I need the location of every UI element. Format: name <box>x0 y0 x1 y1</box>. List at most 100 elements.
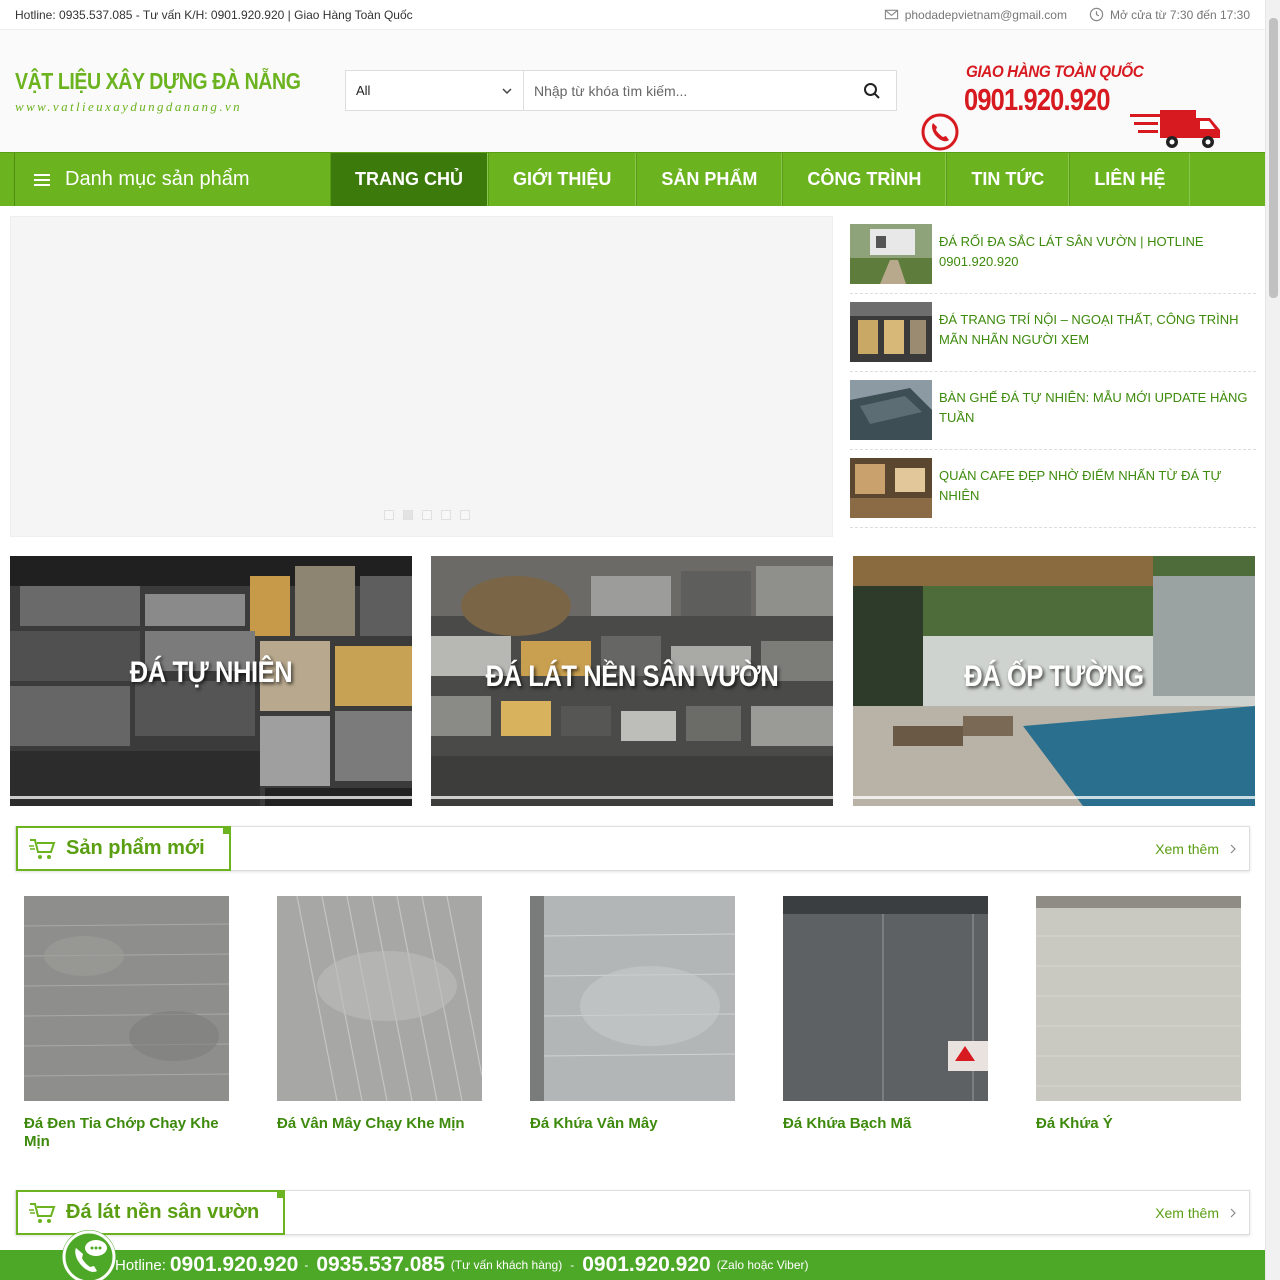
banner-label: ĐÁ TỰ NHIÊN <box>129 656 293 689</box>
product-card[interactable]: Đá Đen Tia Chớp Chạy Khe Mịn <box>23 896 230 1151</box>
category-banner-wall-cladding[interactable]: ĐÁ ỐP TƯỜNG <box>853 556 1255 806</box>
news-title: ĐÁ RỐI ĐA SẮC LÁT SÂN VƯỜN | HOTLINE 090… <box>939 234 1204 269</box>
chevron-down-icon <box>502 87 512 94</box>
news-title: ĐÁ TRANG TRÍ NỘI – NGOẠI THẤT, CÔNG TRÌN… <box>939 312 1239 347</box>
product-name: Đá Khứa Bạch Mã <box>783 1115 912 1132</box>
page-scrollbar[interactable] <box>1265 0 1280 1280</box>
site-logo[interactable]: VẬT LIỆU XÂY DỰNG ĐÀ NẴNG www.vatlieuxay… <box>15 56 315 126</box>
section-title: Sản phẩm mới <box>66 837 205 859</box>
section-tab: Đá lát nền sân vườn <box>16 1190 286 1235</box>
product-name: Đá Khứa Ý <box>1036 1115 1113 1132</box>
slider-dot[interactable] <box>460 510 470 520</box>
banner-label: ĐÁ ỐP TƯỜNG <box>964 660 1144 693</box>
product-image <box>277 895 483 1102</box>
news-title: BÀN GHẾ ĐÁ TỰ NHIÊN: MẪU MỚI UPDATE HÀNG… <box>939 390 1248 425</box>
slider-dot[interactable] <box>422 510 432 520</box>
top-hours-text: Mở cửa từ 7:30 đến 17:30 <box>1109 7 1250 22</box>
hotline-banner[interactable]: GIAO HÀNG TOÀN QUỐC 0901.920.920 <box>918 62 1228 152</box>
news-item[interactable]: ĐÁ TRANG TRÍ NỘI – NGOẠI THẤT, CÔNG TRÌN… <box>850 294 1256 372</box>
banner-label: ĐÁ LÁT NỀN SÂN VƯỜN <box>485 660 779 693</box>
footer-note-2: (Tư vấn khách hàng) <box>450 1258 563 1272</box>
news-thumbnail <box>850 224 932 284</box>
section-header-garden-paving: Đá lát nền sân vườn Xem thêm <box>15 1190 1250 1235</box>
top-hours: Mở cửa từ 7:30 đến 17:30 <box>1089 7 1250 22</box>
logo-url-text: www.vatlieuxaydungdanang.vn <box>15 98 243 114</box>
product-name: Đá Khứa Vân Mây <box>530 1115 658 1132</box>
view-more-link[interactable]: Xem thêm <box>1155 1205 1237 1221</box>
chat-phone-icon[interactable] <box>62 1230 116 1280</box>
search-category-select[interactable]: All <box>346 71 524 110</box>
shopping-cart-icon <box>29 838 56 859</box>
envelope-icon <box>884 9 898 20</box>
product-image <box>783 896 988 1101</box>
scrollbar-thumb[interactable] <box>1269 18 1278 298</box>
category-banner-natural-stone[interactable]: ĐÁ TỰ NHIÊN <box>10 556 412 806</box>
top-bar: Hotline: 0935.537.085 - Tư vấn K/H: 0901… <box>0 0 1265 30</box>
footer-separator: - <box>304 1258 309 1272</box>
banner-edge <box>10 796 412 799</box>
search-category-value: All <box>356 83 371 98</box>
top-email-text: phodadepvietnam@gmail.com <box>904 7 1067 22</box>
hotline-banner-label: GIAO HÀNG TOÀN QUỐC <box>966 62 1144 81</box>
footer-number-1[interactable]: 0901.920.920 <box>170 1253 298 1277</box>
main-nav: Danh mục sản phẩm TRANG CHỦ GIỚI THIỆU S… <box>0 152 1265 206</box>
view-more-link[interactable]: Xem thêm <box>1155 841 1237 857</box>
nav-item-products[interactable]: SẢN PHẨM <box>636 153 783 206</box>
nav-menu: TRANG CHỦ GIỚI THIỆU SẢN PHẨM CÔNG TRÌNH… <box>330 153 1191 206</box>
sticky-hotline-bar[interactable]: Hotline: 0901.920.920 - 0935.537.085 (Tư… <box>0 1250 1265 1280</box>
view-more-text: Xem thêm <box>1155 841 1219 857</box>
slider-dot-active[interactable] <box>403 510 413 520</box>
product-name: Đá Đen Tia Chớp Chạy Khe Mịn <box>24 1115 219 1150</box>
search-button[interactable] <box>848 71 896 110</box>
shopping-cart-icon <box>29 1202 56 1223</box>
section-title: Đá lát nền sân vườn <box>66 1201 260 1223</box>
footer-number-3[interactable]: 0901.920.920 <box>582 1253 710 1277</box>
news-sidebar: ĐÁ RỐI ĐA SẮC LÁT SÂN VƯỜN | HOTLINE 090… <box>850 216 1256 528</box>
clock-icon <box>1089 7 1104 22</box>
nav-item-about[interactable]: GIỚI THIỆU <box>488 153 637 206</box>
product-card[interactable]: Đá Khứa Bạch Mã <box>783 896 988 1151</box>
top-email[interactable]: phodadepvietnam@gmail.com <box>884 7 1067 22</box>
news-thumbnail <box>850 380 932 440</box>
section-header-new-products: Sản phẩm mới Xem thêm <box>15 826 1250 871</box>
section-tab: Sản phẩm mới <box>16 826 231 871</box>
product-grid: Đá Đen Tia Chớp Chạy Khe Mịn Đá Vân Mây … <box>23 895 1241 1151</box>
news-title: QUÁN CAFE ĐẸP NHỜ ĐIỂM NHẤN TỪ ĐÁ TỰ NHI… <box>939 468 1222 503</box>
slider-dot[interactable] <box>384 510 394 520</box>
news-item[interactable]: QUÁN CAFE ĐẸP NHỜ ĐIỂM NHẤN TỪ ĐÁ TỰ NHI… <box>850 450 1256 528</box>
chevron-right-icon <box>1230 844 1236 854</box>
category-banner-garden-paving[interactable]: ĐÁ LÁT NỀN SÂN VƯỜN <box>431 556 833 806</box>
top-hotline-text: Hotline: 0935.537.085 - Tư vấn K/H: 0901… <box>15 7 413 22</box>
footer-hotline-label: Hotline: <box>115 1256 166 1274</box>
product-card[interactable]: Đá Vân Mây Chạy Khe Mịn <box>277 895 483 1151</box>
slider-dot[interactable] <box>441 510 451 520</box>
footer-separator: - <box>570 1258 575 1272</box>
chevron-right-icon <box>1230 1208 1236 1218</box>
hero-slider[interactable] <box>10 216 833 537</box>
product-image <box>23 896 230 1101</box>
hamburger-icon <box>34 173 50 186</box>
product-card[interactable]: Đá Khứa Ý <box>1036 896 1241 1151</box>
page: Hotline: 0935.537.085 - Tư vấn K/H: 0901… <box>0 0 1265 1280</box>
nav-item-home[interactable]: TRANG CHỦ <box>330 153 488 206</box>
search-bar: All <box>345 70 897 111</box>
news-thumbnail <box>850 458 932 518</box>
hotline-banner-number: 0901.920.920 <box>964 82 1110 117</box>
phone-ring-icon <box>921 113 959 151</box>
product-category-label: Danh mục sản phẩm <box>65 168 250 190</box>
banner-edge <box>431 796 833 799</box>
product-category-menu[interactable]: Danh mục sản phẩm <box>14 153 330 206</box>
news-item[interactable]: ĐÁ RỐI ĐA SẮC LÁT SÂN VƯỜN | HOTLINE 090… <box>850 216 1256 294</box>
product-name: Đá Vân Mây Chạy Khe Mịn <box>277 1115 465 1132</box>
banner-edge <box>853 796 1255 799</box>
search-icon <box>864 82 880 99</box>
nav-item-projects[interactable]: CÔNG TRÌNH <box>782 153 947 206</box>
footer-number-2[interactable]: 0935.537.085 <box>316 1253 444 1277</box>
product-card[interactable]: Đá Khứa Vân Mây <box>530 896 736 1151</box>
product-image <box>1036 896 1241 1101</box>
nav-item-contact[interactable]: LIÊN HỆ <box>1069 153 1191 206</box>
search-input[interactable] <box>524 71 848 110</box>
nav-item-news[interactable]: TIN TỨC <box>946 153 1070 206</box>
news-thumbnail <box>850 302 932 362</box>
news-item[interactable]: BÀN GHẾ ĐÁ TỰ NHIÊN: MẪU MỚI UPDATE HÀNG… <box>850 372 1256 450</box>
